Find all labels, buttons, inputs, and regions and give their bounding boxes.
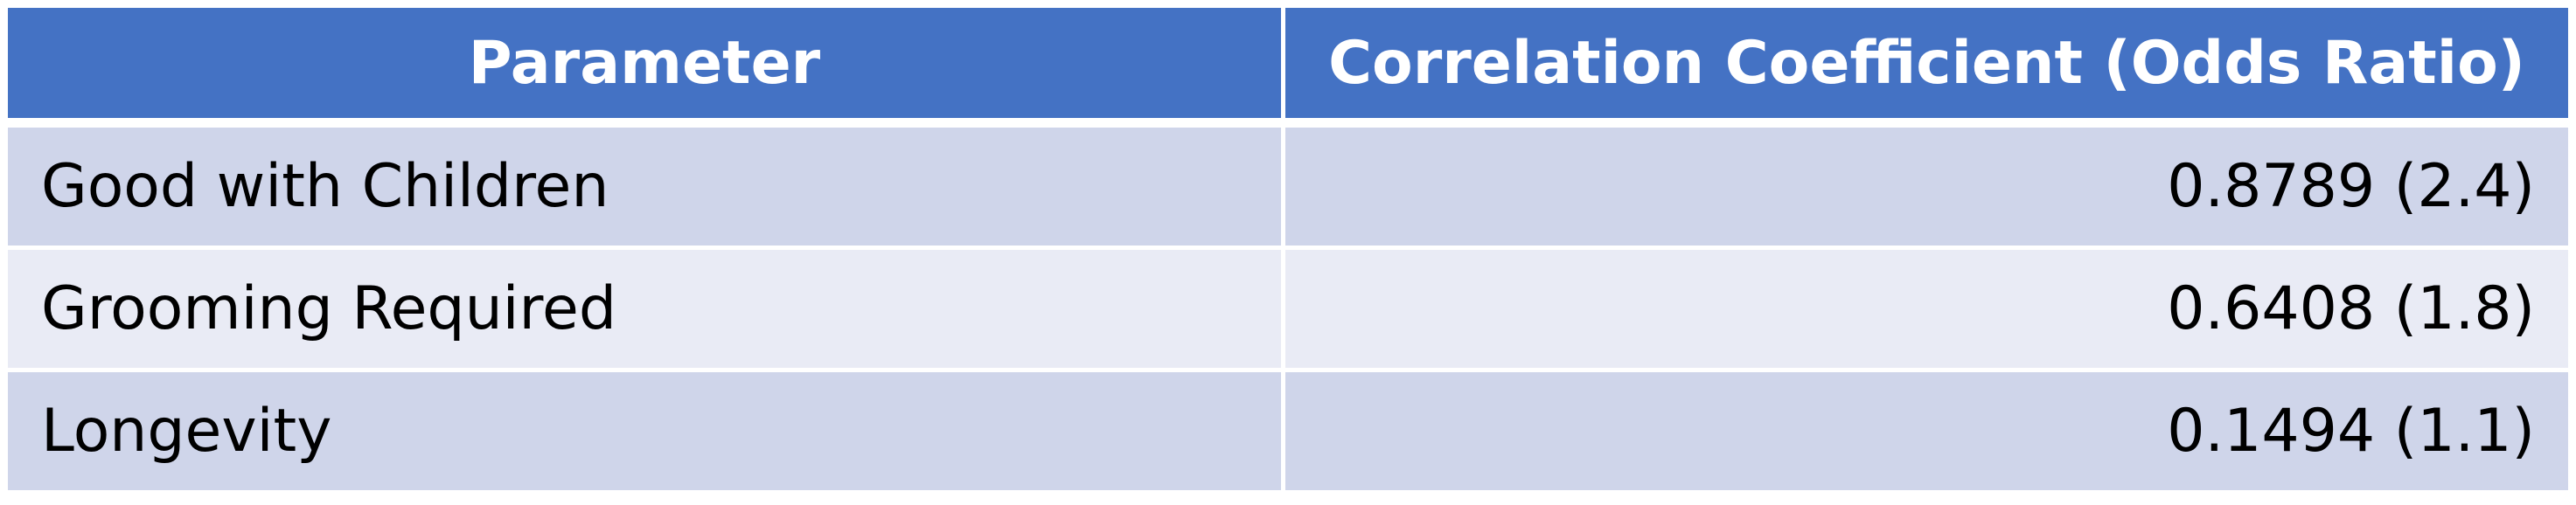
header-correlation-coefficient: Correlation Coefficient (Odds Ratio) [1285, 8, 2568, 128]
parameter-cell: Grooming Required [8, 250, 1285, 373]
table-body: Good with Children 0.8789 (2.4) Grooming… [8, 128, 2568, 490]
table-header: Parameter Correlation Coefficient (Odds … [8, 8, 2568, 128]
correlation-table: Parameter Correlation Coefficient (Odds … [8, 8, 2568, 490]
table-row: Good with Children 0.8789 (2.4) [8, 128, 2568, 251]
table-row: Longevity 0.1494 (1.1) [8, 372, 2568, 490]
parameter-cell: Longevity [8, 372, 1285, 490]
table-row: Grooming Required 0.6408 (1.8) [8, 250, 2568, 373]
parameter-cell: Good with Children [8, 128, 1285, 251]
header-parameter: Parameter [8, 8, 1285, 128]
coefficient-cell: 0.8789 (2.4) [1285, 128, 2568, 251]
coefficient-cell: 0.6408 (1.8) [1285, 250, 2568, 373]
correlation-table-container: Parameter Correlation Coefficient (Odds … [8, 8, 2568, 490]
header-row: Parameter Correlation Coefficient (Odds … [8, 8, 2568, 128]
coefficient-cell: 0.1494 (1.1) [1285, 372, 2568, 490]
